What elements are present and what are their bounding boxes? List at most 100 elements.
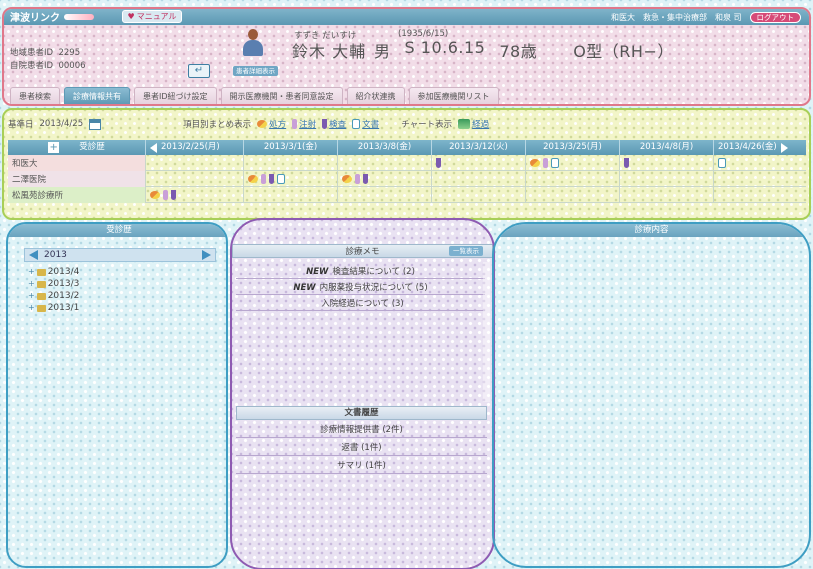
content-title: 診療内容 [494,224,809,237]
document-item[interactable]: サマリ (1件) [236,458,487,474]
document-icon[interactable] [718,158,726,168]
folder-icon [36,268,46,276]
memo-item[interactable]: 入院経過について (3) [236,297,485,311]
calendar-icon[interactable] [89,118,102,130]
test-tube-icon[interactable] [269,174,274,184]
syringe-icon[interactable] [163,190,168,200]
folder-icon [36,280,46,288]
grid-date-1[interactable]: 2013/3/1(金) [244,140,338,155]
memo-item[interactable]: NEW 内服薬投与状況について (5) [236,281,485,295]
grid-row: 和医大 [8,155,806,171]
expand-icon[interactable]: + [28,302,35,314]
base-date-value[interactable]: 2013/4/25 [40,119,84,129]
document-icon[interactable] [277,174,285,184]
test-tube-icon[interactable] [363,174,368,184]
chart-link[interactable]: 経過 [458,118,489,130]
tree-item[interactable]: +2013/2 [28,290,79,302]
document-icon[interactable] [551,158,559,168]
legend-medicine[interactable]: 処方 [257,118,286,130]
document-item[interactable]: 返書 (1件) [236,440,487,456]
memo-scrollbar[interactable] [483,262,490,402]
pill-icon [257,120,268,128]
patient-blood: O型（RH−） [573,42,674,61]
test-tube-icon[interactable] [171,190,176,200]
pill-icon[interactable] [342,175,352,183]
tab-info-share[interactable]: 診療情報共有 [64,87,130,104]
syringe-icon [292,119,298,129]
patient-detail-button[interactable]: 患者詳細表示 [233,66,278,76]
prev-year-arrow-icon[interactable] [29,250,38,260]
visit-history-panel: 受診歴 2013 +2013/4 +2013/3 +2013/2 +2013/1 [6,222,228,568]
year-value: 2013 [44,250,67,260]
grid-date-6[interactable]: 2013/4/26(金) [714,140,806,155]
patient-age: 78歳 [499,42,538,61]
tab-facility-list[interactable]: 参加医療機関リスト [408,87,499,104]
content-panel: 診療内容 [492,222,811,568]
grid-date-2[interactable]: 2013/3/8(金) [338,140,432,155]
user-name: 和泉 司 [714,12,742,22]
patient-sex: 男 [374,42,391,61]
tree-item[interactable]: +2013/1 [28,302,79,314]
grid-row: 二澤医院 [8,171,806,187]
syringe-icon[interactable] [261,174,266,184]
tree-item[interactable]: +2013/4 [28,266,79,278]
document-icon [352,119,361,129]
tab-patient-search[interactable]: 患者検索 [10,87,60,104]
test-tube-icon [322,119,328,129]
grid-row: 松風苑診療所 [8,187,806,203]
tab-consent[interactable]: 開示医療機関・患者同意設定 [220,87,343,104]
next-arrow-icon[interactable] [780,142,788,153]
legend-document[interactable]: 文書 [352,118,379,130]
patient-avatar-icon [242,29,264,57]
return-arrow-icon[interactable]: ↵ [188,64,210,78]
next-year-arrow-icon[interactable] [202,250,211,260]
tab-referral[interactable]: 紹介状連携 [346,87,405,104]
document-history-title: 文書履歴 [236,406,487,420]
patient-dob: S 10.6.15 [404,38,486,57]
tree-item[interactable]: +2013/3 [28,278,79,290]
user-facility: 和医大 [610,12,635,22]
patient-name: 鈴木 大輔 [292,42,367,61]
document-item[interactable]: 診療情報提供書 (2件) [236,422,487,438]
header-panel: 津波リンク ♥ マニュアル 和医大 救急・集中治療部 和泉 司 ログアウト 地域患… [2,7,811,106]
pill-icon[interactable] [150,191,160,199]
grid-date-5[interactable]: 2013/4/8(月) [620,140,714,155]
expand-icon[interactable]: + [28,278,35,290]
hospital-name: 松風苑診療所 [8,187,146,203]
prev-arrow-icon[interactable] [150,142,157,153]
pill-icon[interactable] [530,159,540,167]
base-date-label: 基準日 [8,120,34,130]
manual-button[interactable]: ♥ マニュアル [122,10,182,23]
chart-icon [458,119,471,129]
memo-item[interactable]: NEW 検査結果について (2) [236,265,485,279]
hospital-name: 和医大 [8,155,146,171]
pill-icon[interactable] [248,175,258,183]
chart-label: チャート表示 [401,120,453,130]
user-info: 和医大 救急・集中治療部 和泉 司 ログアウト [611,11,801,23]
test-tube-icon[interactable] [436,158,441,168]
nav-divider [4,104,809,106]
month-tree: +2013/4 +2013/3 +2013/2 +2013/1 [28,266,79,314]
legend-test[interactable]: 検査 [322,118,346,130]
logout-button[interactable]: ログアウト [749,11,801,23]
summary-label: 項目別まとめ表示 [183,120,252,130]
memo-list-button[interactable]: 一覧表示 [449,246,483,256]
expand-icon[interactable]: + [28,290,35,302]
legend-injection[interactable]: 注射 [292,118,316,130]
main-nav: 患者検索 診療情報共有 患者ID紐づけ設定 開示医療機関・患者同意設定 紹介状連… [4,87,809,104]
hospital-name: 二澤医院 [8,171,146,187]
expand-icon[interactable]: + [28,266,35,278]
history-grid-panel: 基準日 2013/4/25 項目別まとめ表示 処方 注射 検査 文書 チャート表… [2,108,811,220]
grid-date-3[interactable]: 2013/3/12(火) [432,140,526,155]
syringe-icon[interactable] [543,158,548,168]
user-department: 救急・集中治療部 [642,12,707,22]
regional-id: 2295 [58,48,81,58]
grid-date-4[interactable]: 2013/3/25(月) [526,140,620,155]
test-tube-icon[interactable] [624,158,629,168]
tab-id-link[interactable]: 患者ID紐づけ設定 [134,87,217,104]
date-toolbar: 基準日 2013/4/25 項目別まとめ表示 処方 注射 検査 文書 チャート表… [8,116,808,132]
grid-date-0[interactable]: 2013/2/25(月) [146,140,244,155]
expand-icon[interactable]: + [48,142,60,153]
app-logo: 津波リンク [10,10,94,24]
syringe-icon[interactable] [355,174,360,184]
